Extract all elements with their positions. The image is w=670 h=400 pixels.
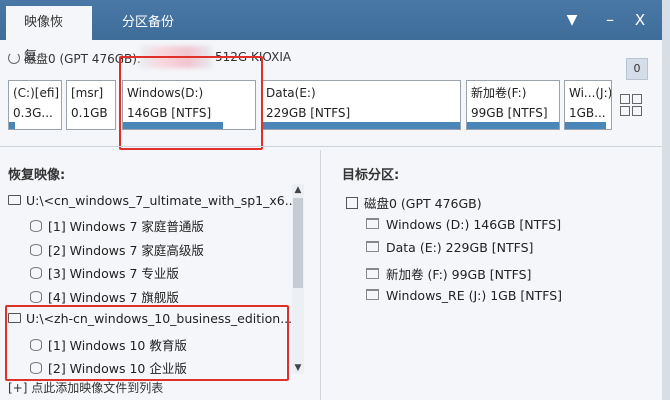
partition-c-efi[interactable]: (C:)[efi] 0.3G... [8,80,62,130]
partition-windows-d[interactable]: Windows(D:) 146GB [NTFS] [122,80,256,130]
disk-header: 磁盘0 (GPT 476GB): K [8,50,153,67]
tab-partition-backup[interactable]: 分区备份 [104,6,204,40]
dropdown-icon[interactable]: ▼ [560,8,584,32]
partition-size: 99GB [NTFS] [471,106,548,120]
partition-windows-re-j[interactable]: Wi...(J:) 1GB... [564,80,612,130]
target-partition-label: Data (E:) 229GB [NTFS] [386,240,534,255]
partition-size: 1GB... [569,106,606,120]
image-disk-icon [30,362,42,374]
partition-name: [msr] [71,86,104,100]
scroll-up-icon[interactable]: ▲ [292,184,304,196]
partition-icon [366,218,379,229]
edition-item[interactable]: [2] Windows 10 企业版 [30,358,187,377]
target-partition-label: Windows (D:) 146GB [NTFS] [386,217,562,232]
disk-icon [346,197,358,209]
divider [0,146,662,147]
image-disk-icon [30,291,42,303]
minimize-icon[interactable]: – [598,8,622,32]
redacted-serial [140,46,212,68]
disk-label: 磁盘0 (GPT 476GB): K [24,52,153,66]
partition-name: Wi...(J:) [569,86,612,100]
edition-item[interactable]: [4] Windows 7 旗舰版 [30,287,179,306]
partition-name: 新加卷(F:) [471,86,527,100]
add-image-link[interactable]: [+] 点此添加映像文件到列表 [8,379,163,396]
usage-bar [9,122,16,129]
image-disk-icon [30,220,42,232]
partition-size: 0.1GB [71,106,108,120]
edition-label: [2] Windows 10 企业版 [48,361,187,376]
usage-bar [467,122,559,129]
image-path: U:\<zh-cn_windows_10_business_edition... [26,311,293,326]
image-file-win7[interactable]: U:\<cn_windows_7_ultimate_with_sp1_x6... [8,193,297,208]
partition-name: Data(E:) [266,86,316,100]
target-partition-item[interactable]: Windows (D:) 146GB [NTFS] [366,217,561,232]
partition-icon [366,241,379,252]
restore-image-title: 恢复映像: [8,168,66,183]
target-partition-title: 目标分区: [342,168,400,183]
target-partition-label: Windows_RE (J:) 1GB [NTFS] [386,288,563,303]
monitor-icon [8,195,21,205]
edition-label: [1] Windows 7 家庭普通版 [48,219,204,234]
target-partition-label: 新加卷 (F:) 99GB [NTFS] [386,267,532,282]
edition-item[interactable]: [2] Windows 7 家庭高级版 [30,240,204,259]
target-partition-item[interactable]: Windows_RE (J:) 1GB [NTFS] [366,288,562,303]
edition-item[interactable]: [1] Windows 7 家庭普通版 [30,216,204,235]
disk-count-badge: 0 [626,58,648,80]
target-partition-item[interactable]: 新加卷 (F:) 99GB [NTFS] [366,264,531,283]
refresh-icon[interactable] [8,52,20,64]
target-disk-label: 磁盘0 (GPT 476GB) [364,196,482,211]
image-path: U:\<cn_windows_7_ultimate_with_sp1_x6... [26,193,297,208]
disk-model: 512G KIOXIA [215,50,292,64]
target-partition-item[interactable]: Data (E:) 229GB [NTFS] [366,240,533,255]
partition-icon [366,268,379,279]
tab-image-restore[interactable]: 映像恢复 [6,6,92,64]
image-file-win10[interactable]: U:\<zh-cn_windows_10_business_edition... [8,311,292,326]
edition-label: [1] Windows 10 教育版 [48,338,187,353]
partition-name: Windows(D:) [127,86,204,100]
target-disk[interactable]: 磁盘0 (GPT 476GB) [346,193,482,212]
image-disk-icon [30,244,42,256]
edition-item[interactable]: [1] Windows 10 教育版 [30,335,187,354]
image-list-scrollbar[interactable]: ▲ ▼ [292,184,304,374]
app-window: 映像恢复 分区备份 ▼ – X 磁盘0 (GPT 476GB): K 512G … [0,0,662,400]
grid-view-icon[interactable] [620,94,642,116]
usage-bar [565,122,607,129]
close-icon[interactable]: X [628,8,652,32]
partition-icon [366,289,379,300]
edition-label: [2] Windows 7 家庭高级版 [48,243,204,258]
title-bar: 映像恢复 分区备份 ▼ – X [0,0,662,64]
partition-name: (C:)[efi] [13,86,60,100]
image-disk-icon [30,267,42,279]
partition-data-e[interactable]: Data(E:) 229GB [NTFS] [261,80,461,130]
usage-bar [262,122,460,129]
edition-label: [4] Windows 7 旗舰版 [48,290,179,305]
edition-item[interactable]: [3] Windows 7 专业版 [30,263,179,282]
edition-label: [3] Windows 7 专业版 [48,266,179,281]
pane-splitter[interactable] [320,150,321,400]
usage-bar [123,122,224,129]
partition-new-volume-f[interactable]: 新加卷(F:) 99GB [NTFS] [466,80,560,130]
partition-size: 0.3G... [13,106,53,120]
monitor-icon [8,313,21,323]
partition-size: 146GB [NTFS] [127,106,212,120]
partition-msr[interactable]: [msr] 0.1GB [66,80,116,130]
scroll-thumb[interactable] [293,198,303,288]
image-disk-icon [30,339,42,351]
scroll-down-icon[interactable]: ▼ [292,362,304,374]
partition-size: 229GB [NTFS] [266,106,351,120]
